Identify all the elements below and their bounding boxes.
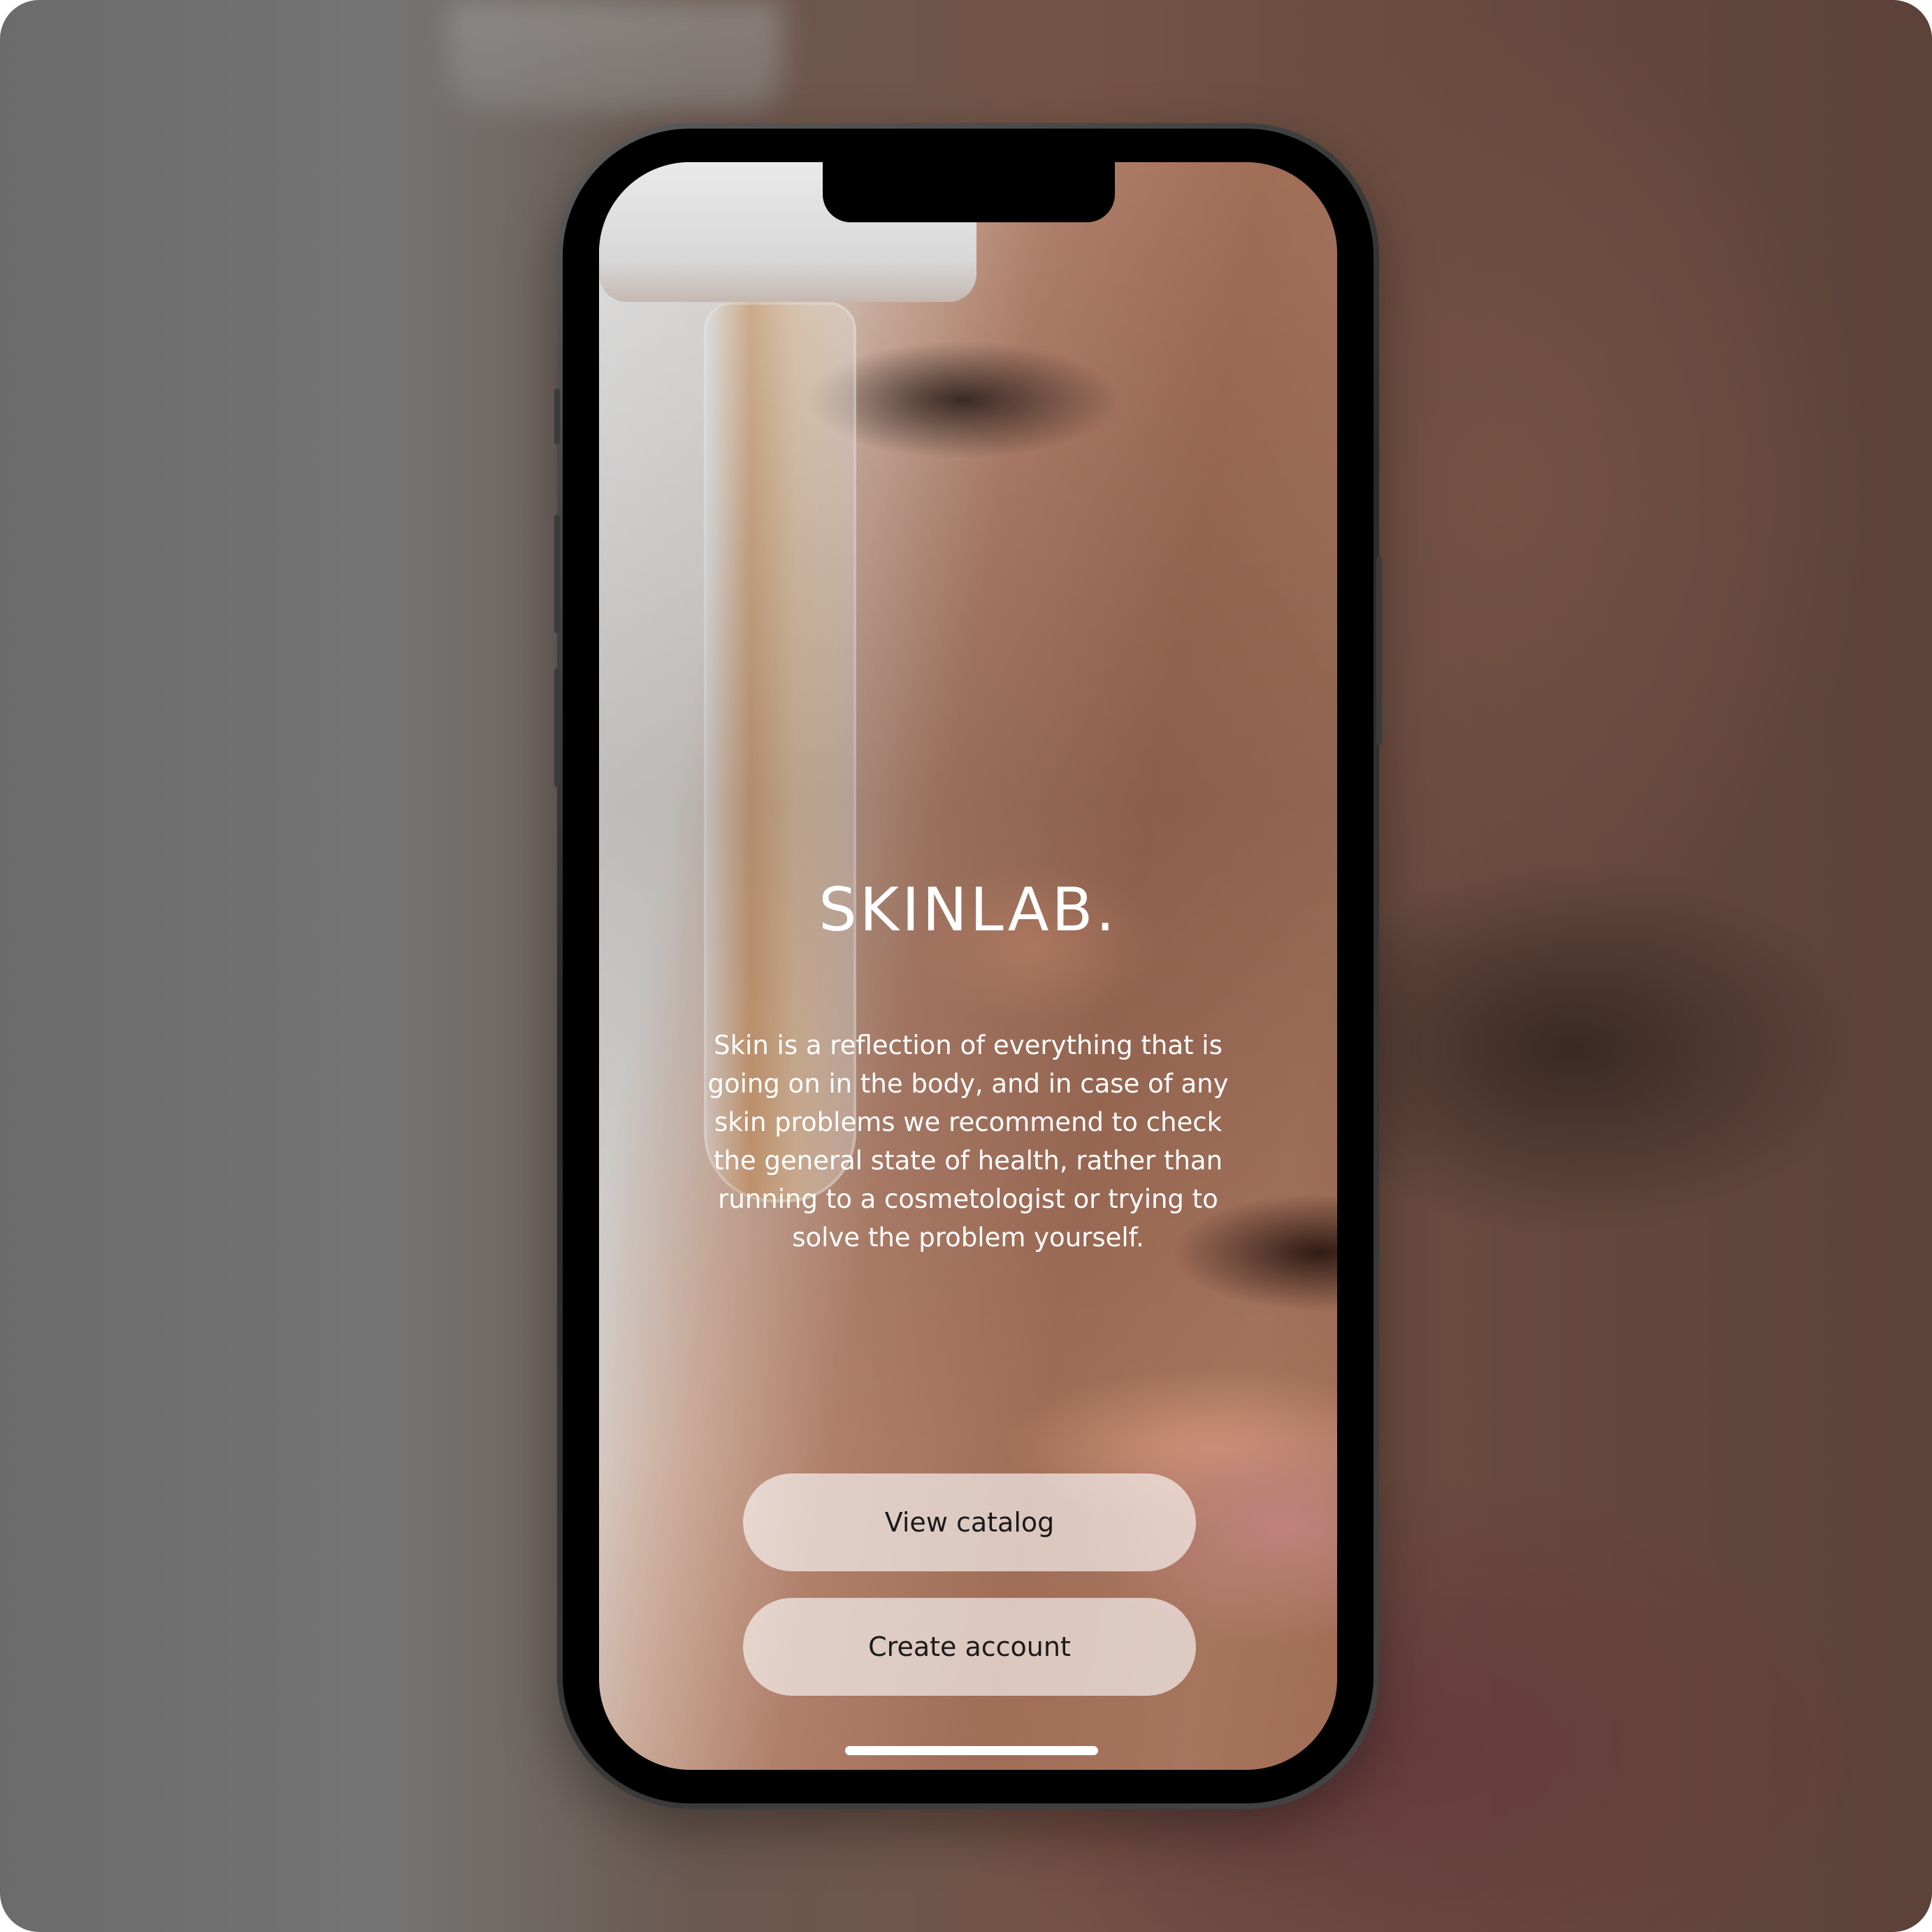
phone-frame: SKINLAB. Skin is a reflection of everyth… — [554, 123, 1382, 1809]
home-indicator[interactable] — [845, 1746, 1098, 1755]
create-account-button[interactable]: Create account — [743, 1598, 1196, 1696]
phone-volume-up — [554, 514, 560, 633]
background-dropper — [447, 0, 783, 112]
phone-notch — [823, 162, 1115, 222]
view-catalog-button[interactable]: View catalog — [743, 1473, 1196, 1571]
phone-power-button — [1376, 556, 1382, 745]
intro-text: Skin is a reflection of everything that … — [707, 1030, 1229, 1253]
brand-logo: SKINLAB. — [819, 875, 1118, 945]
phone-silent-switch — [554, 389, 560, 445]
phone-volume-down — [554, 668, 560, 787]
app-screen: SKINLAB. Skin is a reflection of everyth… — [599, 162, 1337, 1770]
